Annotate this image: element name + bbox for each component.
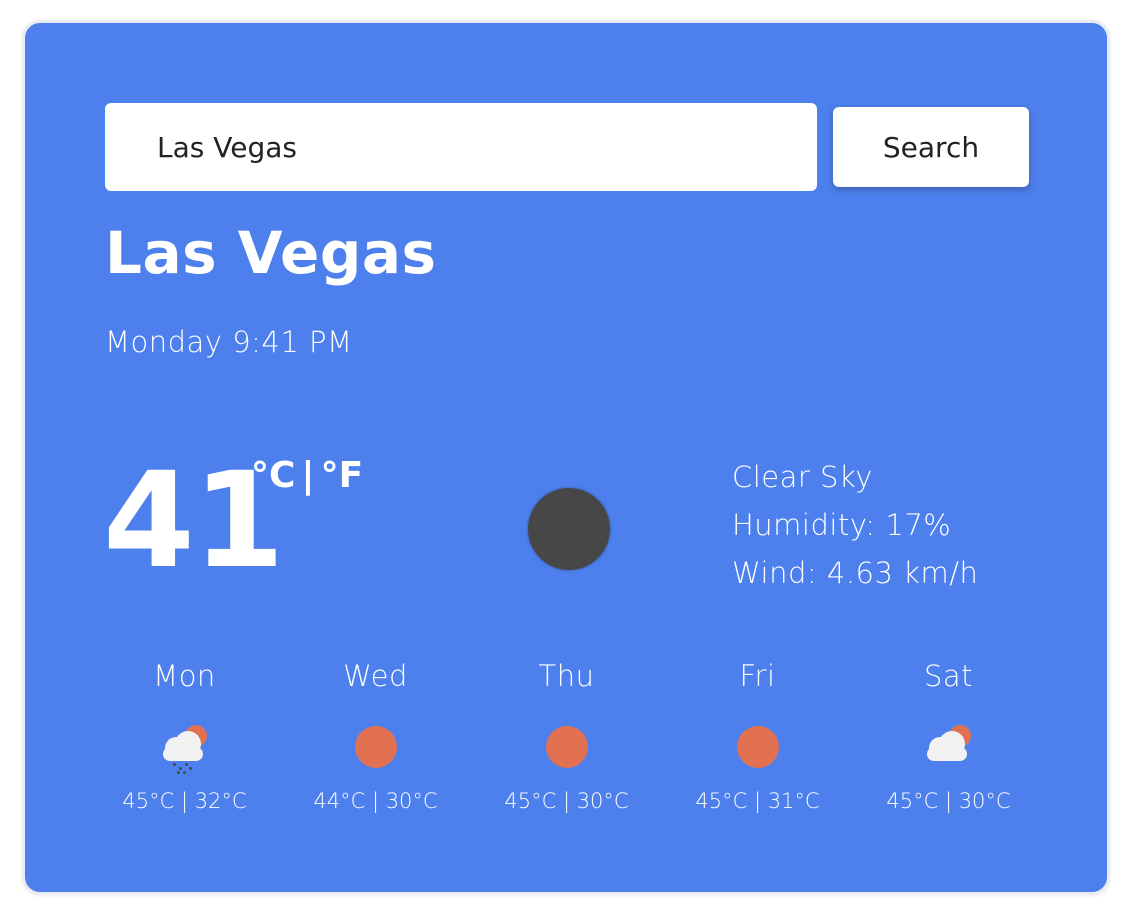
forecast-row: Mon 45°C | 32°C Wed 44°C | 30°C Thu 45°C… <box>89 659 1044 813</box>
forecast-day: Wed 44°C | 30°C <box>280 659 471 813</box>
forecast-day: Fri 45°C | 31°C <box>662 659 853 813</box>
sun-icon <box>543 723 591 771</box>
wind-value: Wind: 4.63 km/h <box>732 556 979 590</box>
fahrenheit-link[interactable]: °F <box>321 455 364 496</box>
forecast-temp-range: 45°C | 31°C <box>695 789 820 813</box>
search-form: Search <box>105 103 1029 191</box>
search-button[interactable]: Search <box>833 107 1029 187</box>
unit-toggle: °C | °F <box>251 455 363 496</box>
forecast-day-name: Sat <box>923 659 974 693</box>
unit-separator: | <box>301 455 315 496</box>
humidity-value: Humidity: 17% <box>732 508 952 542</box>
forecast-temp-range: 45°C | 30°C <box>886 789 1011 813</box>
forecast-day: Mon 45°C | 32°C <box>89 659 280 813</box>
cloud-sun-icon <box>925 723 973 771</box>
city-name: Las Vegas <box>105 219 437 287</box>
forecast-day-name: Mon <box>153 659 216 693</box>
weather-description: Clear Sky <box>732 460 873 494</box>
forecast-temp-range: 45°C | 32°C <box>122 789 247 813</box>
date-time: Monday 9:41 PM <box>105 325 353 359</box>
forecast-day-name: Thu <box>538 659 595 693</box>
forecast-temp-range: 45°C | 30°C <box>504 789 629 813</box>
current-weather-icon <box>528 488 610 570</box>
forecast-day: Sat 45°C | 30°C <box>853 659 1044 813</box>
cloud-rain-sun-icon <box>161 723 209 774</box>
forecast-day-name: Wed <box>343 659 408 693</box>
city-search-input[interactable] <box>105 103 817 191</box>
sun-icon <box>352 723 400 771</box>
forecast-temp-range: 44°C | 30°C <box>313 789 438 813</box>
celsius-link[interactable]: °C <box>251 455 295 496</box>
forecast-day: Thu 45°C | 30°C <box>471 659 662 813</box>
sun-icon <box>734 723 782 771</box>
weather-details: Clear Sky Humidity: 17% Wind: 4.63 km/h <box>732 453 978 597</box>
weather-card: Search Las Vegas Monday 9:41 PM 41 °C | … <box>22 20 1110 895</box>
forecast-day-name: Fri <box>739 659 776 693</box>
